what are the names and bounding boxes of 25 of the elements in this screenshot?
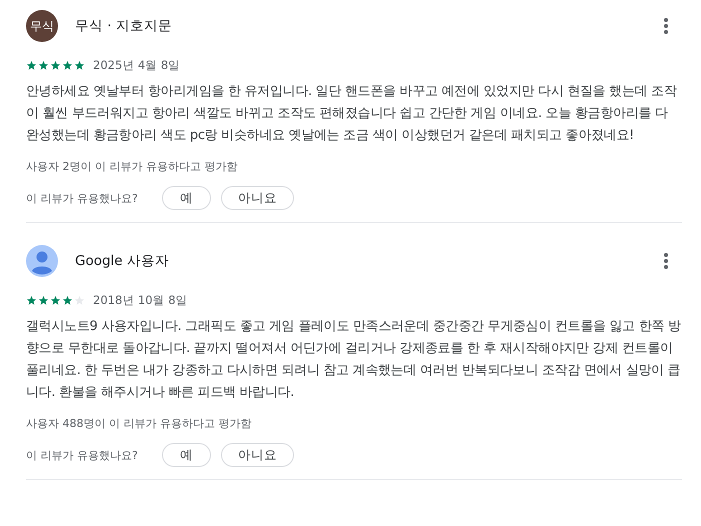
author-name: 무식 · 지호지문: [75, 17, 173, 35]
yes-button[interactable]: 예: [162, 186, 211, 210]
helpful-count: 사용자 2명이 이 리뷰가 유용하다고 평가함: [26, 159, 238, 174]
star-icon: [50, 60, 61, 71]
review-date: 2025년 4월 8일: [93, 58, 180, 73]
star-icon: [50, 295, 61, 306]
helpful-question: 이 리뷰가 유용했나요?: [26, 448, 138, 462]
review-date: 2018년 10월 8일: [93, 293, 188, 308]
review-text: 안녕하세요 옛날부터 항아리게임을 한 유저입니다. 일단 핸드폰을 바꾸고 예전에 있었지만 다시 현질을 했는데 조작이 훨씬 부드러워지고 항아리 색깔도 바뀌고 조작도 편해졌습니다 쉽고 간단한 게임 이네요. 오늘 황금항아리를 다 완성했는데 황금항아리 색도 pc랑 비슷하네요 옛날에는 조금 색이 이상했던거 같은데 패치되고 좋아졌네요!: [26, 83, 678, 145]
star-icon: [62, 60, 73, 71]
yes-button[interactable]: 예: [162, 443, 211, 467]
helpful-count: 사용자 488명이 이 리뷰가 유용하다고 평가함: [26, 416, 252, 431]
star-icon: [26, 60, 37, 71]
helpful-question: 이 리뷰가 유용했나요?: [26, 190, 138, 206]
no-button[interactable]: 아니요: [220, 443, 294, 467]
avatar: 무식: [26, 10, 58, 42]
review-text: 갤럭시노트9 사용자입니다. 그래픽도 좋고 게임 플레이도 만족스러운데 중간중간 무게중심이 컨트롤을 잃고 한쪽 방향으로 무한대로 돌아갑니다. 끝까지 떨어져서 어딘가에 걸리거나 강제종료를 한 후 재시작해야지만 강제 컨트롤이 풀리네요. 한 두번은 내가 강종하고 다시하면 되려니 참고 계속했는데 여러번 반복되다보니 조작감 면에서 실망이 큽니다. 환불을 해주시거나 빠른 피드백 바랍니다.: [26, 318, 682, 402]
star-icon: [38, 60, 49, 71]
author-name: Google 사용자: [75, 252, 170, 270]
star-icon: [26, 295, 37, 306]
avatar-icon: [26, 245, 58, 277]
no-button[interactable]: 아니요: [220, 186, 294, 210]
star-icon: [74, 60, 85, 71]
star-icon: [38, 295, 49, 306]
star-icon: [62, 295, 73, 306]
